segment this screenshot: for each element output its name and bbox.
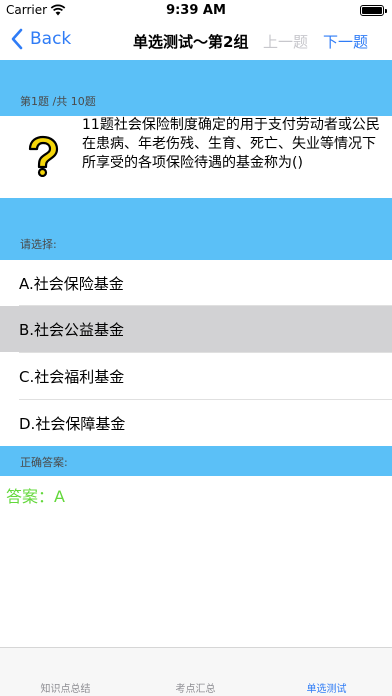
back-label: Back <box>30 29 72 49</box>
option-b[interactable]: B.社会公益基金 <box>0 306 392 352</box>
question-text: 11题社会保险制度确定的用于支付劳动者或公民在患病、年老伤残、生育、死亡、失业等… <box>82 117 380 171</box>
option-a[interactable]: A.社会保险基金 <box>0 260 392 306</box>
question-mark-icon <box>28 135 59 177</box>
answer-text: 答案：A <box>6 487 65 506</box>
option-c[interactable]: C.社会福利基金 <box>0 353 392 399</box>
option-d[interactable]: D.社会保障基金 <box>0 400 392 446</box>
tab-exam-points[interactable]: 考点汇总 <box>130 680 261 695</box>
chevron-left-icon <box>11 28 23 50</box>
previous-question-button[interactable]: 上一题 <box>263 31 308 52</box>
tab-bar: 知识点总结 考点汇总 单选测试 <box>0 647 392 696</box>
question-index: 第1题 /共 10题 <box>20 95 96 108</box>
tab-knowledge-summary[interactable]: 知识点总结 <box>0 680 131 695</box>
choose-label: 请选择: <box>20 238 57 251</box>
answer-label: 正确答案: <box>20 456 68 469</box>
choose-band <box>0 198 392 260</box>
next-question-button[interactable]: 下一题 <box>323 31 368 52</box>
tab-single-choice-test[interactable]: 单选测试 <box>261 680 392 695</box>
status-bar: Carrier 9:39 AM <box>0 0 392 22</box>
back-button[interactable]: Back <box>10 28 71 50</box>
navigation-bar: Back 单选测试～第2组 上一题 下一题 <box>0 22 392 60</box>
clock: 9:39 AM <box>166 3 226 18</box>
page-title: 单选测试～第2组 <box>133 33 249 51</box>
battery-icon <box>360 5 387 16</box>
